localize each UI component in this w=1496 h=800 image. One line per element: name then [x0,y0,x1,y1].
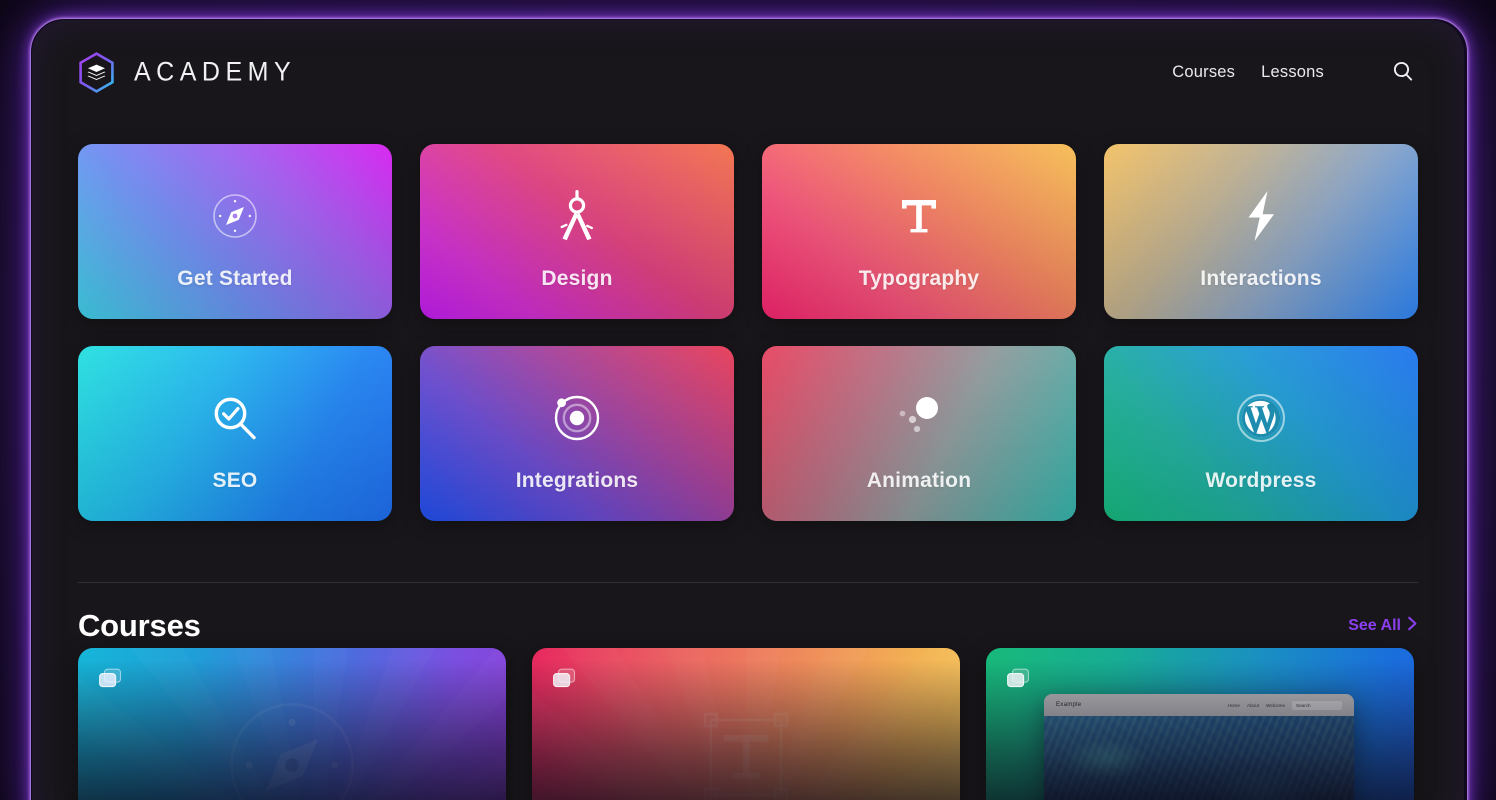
hexagon-layers-icon [78,52,115,93]
orbit-icon [548,389,606,447]
category-label: Integrations [515,468,639,492]
nav-item-courses[interactable]: Courses [1172,63,1235,82]
category-label: Get Started [177,266,293,290]
section-divider [78,582,1418,583]
layers-badge-icon [98,668,124,690]
app-header: ACADEMY Courses Lessons [32,20,1464,125]
courses-section-header: Courses See All [78,598,1418,654]
category-label: Design [541,266,613,290]
category-label: Wordpress [1205,468,1317,492]
category-card-wordpress[interactable]: Wordpress [1104,346,1418,521]
see-all-label: See All [1348,617,1401,634]
nav-item-lessons[interactable]: Lessons [1261,63,1324,82]
app-window: ACADEMY Courses Lessons Get Started Desi… [32,20,1464,800]
typography-t-icon [890,187,948,245]
search-button[interactable] [1390,60,1416,86]
layers-badge-icon [1006,668,1032,690]
category-label: Interactions [1200,266,1322,290]
category-label: Typography [858,266,980,290]
category-card-interactions[interactable]: Interactions [1104,144,1418,319]
motion-ball-icon [890,389,948,447]
brand-wordmark: ACADEMY [134,57,297,87]
search-check-icon [206,389,264,447]
main-nav: Courses Lessons [1172,60,1416,86]
category-card-get-started[interactable]: Get Started [78,144,392,319]
category-card-typography[interactable]: Typography [762,144,1076,319]
course-card-overlay [986,648,1414,800]
course-card-overlay [78,648,506,800]
layers-badge-icon [552,668,578,690]
chevron-right-icon [1407,616,1418,636]
page-title: Courses [78,608,201,643]
category-card-design[interactable]: Design [420,144,734,319]
course-card[interactable] [78,648,506,800]
compass-icon [206,187,264,245]
lightning-bolt-icon [1232,187,1290,245]
course-grid: Example Home About Welcome Search A Cust… [78,648,1418,800]
course-card-overlay [532,648,960,800]
course-card[interactable] [532,648,960,800]
category-label: SEO [212,468,258,492]
category-card-integrations[interactable]: Integrations [420,346,734,521]
category-grid: Get Started Design Typography Interactio… [78,144,1418,521]
category-card-seo[interactable]: SEO [78,346,392,521]
search-icon [1391,59,1415,86]
screen: ACADEMY Courses Lessons Get Started Desi… [0,0,1496,800]
category-label: Animation [866,468,972,492]
category-card-animation[interactable]: Animation [762,346,1076,521]
course-card[interactable]: Example Home About Welcome Search A Cust… [986,648,1414,800]
drafting-compass-icon [548,187,606,245]
wordpress-icon [1232,389,1290,447]
brand[interactable]: ACADEMY [78,52,296,93]
see-all-link[interactable]: See All [1348,616,1418,636]
